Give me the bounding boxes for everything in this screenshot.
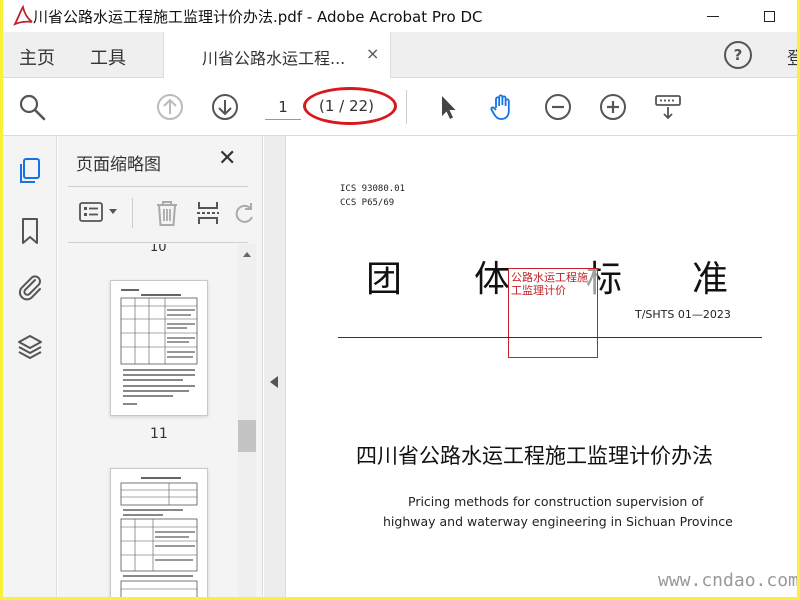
header-char-2: 体 [474, 259, 511, 300]
layers-icon[interactable] [15, 332, 45, 362]
close-panel-button[interactable]: ✕ [218, 146, 236, 171]
scroll-mode-icon[interactable] [653, 92, 683, 122]
thumbnail-page-11[interactable] [110, 280, 208, 416]
panel-collapse-strip[interactable] [264, 136, 286, 597]
document-tab-label: 川省公路水运工程... [202, 49, 346, 68]
scrollbar-thumb[interactable] [238, 420, 256, 452]
document-title-en-line1: Pricing methods for construction supervi… [408, 494, 704, 509]
stamp-annotation[interactable]: 公路水运工程施工监理计价 [508, 268, 598, 358]
attachments-icon[interactable] [15, 272, 45, 302]
site-watermark: www.cndao.com [658, 570, 797, 591]
thumbnail-label-11: 11 [150, 426, 168, 442]
tab-bar: 主页 工具 川省公路水运工程... × ? 登 [3, 32, 797, 78]
header-char-1: 团 [366, 259, 403, 300]
acrobat-window: 川省公路水运工程施工监理计价办法.pdf - Adobe Acrobat Pro… [3, 0, 797, 597]
left-rail [3, 136, 57, 597]
thumbnail-page-12[interactable] [110, 468, 208, 597]
page-number-input[interactable]: 1 [265, 94, 301, 120]
select-cursor-icon[interactable] [433, 92, 463, 122]
collapse-arrow-icon[interactable] [270, 376, 278, 388]
close-tab-button[interactable]: × [366, 44, 379, 63]
help-icon[interactable]: ? [724, 41, 752, 69]
previous-page-icon[interactable] [155, 92, 185, 122]
delete-page-icon[interactable] [153, 198, 181, 228]
thumbnail-toolbar [58, 192, 263, 236]
ics-code: ICS 93080.01 [340, 184, 406, 194]
main-toolbar: 1 (1 / 22) [3, 78, 797, 136]
minimize-button[interactable] [693, 2, 733, 30]
tab-tools[interactable]: 工具 [90, 44, 126, 70]
header-rule [338, 337, 762, 338]
panel-divider-2 [68, 242, 248, 243]
page-thumbnails-panel: 页面缩略图 ✕ 10 11 [58, 136, 263, 597]
toolbar-divider [406, 90, 407, 124]
chevron-down-icon[interactable] [108, 208, 118, 216]
red-highlight-ellipse [303, 87, 397, 125]
document-view: ICS 93080.01 CCS P65/69 团 体 标 准 公路水运工程施工… [286, 136, 797, 597]
thumbnail-11-content [120, 289, 198, 405]
document-title-en-line2: highway and waterway engineering in Sich… [383, 514, 733, 529]
thumbnail-list: 10 11 [58, 244, 238, 597]
maximize-button[interactable] [749, 2, 789, 30]
title-bar: 川省公路水运工程施工监理计价办法.pdf - Adobe Acrobat Pro… [3, 0, 797, 32]
zoom-out-icon[interactable] [543, 92, 573, 122]
thumbnail-scrollbar[interactable] [238, 244, 256, 597]
scroll-up-icon[interactable] [242, 250, 252, 258]
toolbar-divider [132, 198, 133, 228]
app-logo-icon [13, 4, 33, 26]
split-page-icon[interactable] [195, 198, 221, 228]
next-page-icon[interactable] [210, 92, 240, 122]
tab-document[interactable]: 川省公路水运工程... × [163, 32, 391, 78]
ccs-code: CCS P65/69 [340, 198, 395, 208]
hand-tool-icon[interactable] [487, 92, 517, 122]
thumbnail-label-10: 10 [150, 244, 167, 255]
page-thumbnails-icon[interactable] [15, 156, 45, 186]
search-icon[interactable] [17, 92, 47, 122]
panel-divider [68, 186, 248, 187]
zoom-in-icon[interactable] [598, 92, 628, 122]
header-char-4: 准 [692, 259, 729, 300]
tab-home[interactable]: 主页 [19, 44, 55, 70]
thumbnail-12-content [120, 477, 198, 597]
bookmarks-icon[interactable] [15, 216, 45, 246]
window-title: 川省公路水运工程施工监理计价办法.pdf - Adobe Acrobat Pro… [33, 8, 483, 26]
document-title-cn: 四川省公路水运工程施工监理计价办法 [356, 444, 713, 468]
panel-title: 页面缩略图 [76, 155, 161, 175]
rotate-page-icon[interactable] [233, 200, 255, 226]
thumbnail-options-icon[interactable] [78, 200, 108, 226]
sign-in-button[interactable]: 登 [787, 44, 797, 69]
stamp-text: 公路水运工程施工监理计价 [511, 271, 588, 297]
standard-number: T/SHTS 01—2023 [635, 308, 731, 321]
